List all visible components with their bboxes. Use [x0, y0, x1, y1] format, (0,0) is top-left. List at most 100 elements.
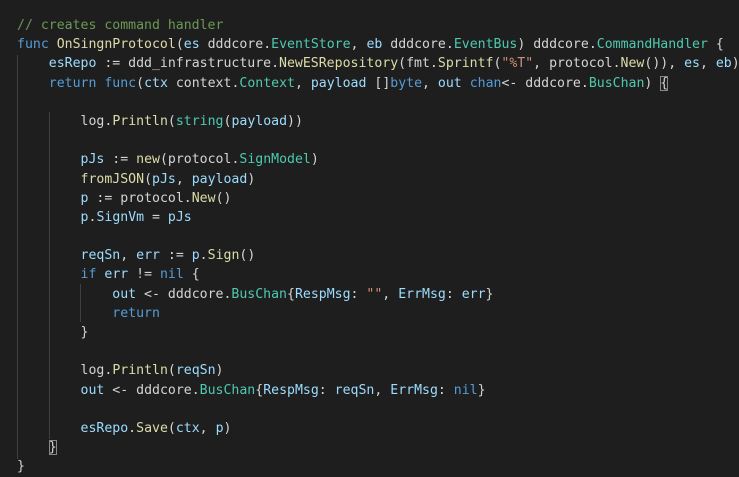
code-line[interactable]: p.SignVm = pJs — [17, 208, 739, 227]
code-token: payload — [231, 113, 288, 129]
code-token: . — [429, 56, 438, 72]
code-token: . — [128, 420, 137, 436]
code-token: ) — [517, 37, 534, 53]
code-token: := — [159, 248, 192, 264]
code-token: ) — [644, 75, 661, 91]
code-token: New — [620, 56, 645, 72]
code-token: dddcore — [390, 37, 446, 53]
code-token: ctx — [144, 75, 168, 91]
code-token: byte — [390, 75, 423, 91]
code-line[interactable]: // creates command handler — [17, 16, 739, 35]
code-token: { — [286, 286, 295, 302]
code-line[interactable]: } — [17, 457, 739, 476]
code-token: ) — [223, 420, 232, 436]
code-token: ( — [144, 171, 153, 187]
code-token: { — [183, 267, 200, 283]
code-line[interactable]: } — [17, 438, 739, 457]
code-token: es — [684, 56, 700, 72]
code-token: protocol — [549, 56, 613, 72]
code-token: . — [183, 190, 192, 206]
code-token: , — [350, 37, 367, 53]
code-token: p — [191, 248, 200, 264]
code-line[interactable]: if err != nil { — [17, 265, 739, 284]
code-token: SignVm — [96, 209, 145, 225]
code-line[interactable]: esRepo.Save(ctx, p) — [17, 419, 739, 438]
code-token: ddd_infrastructure — [128, 56, 272, 72]
code-line[interactable] — [17, 93, 739, 112]
code-token: , — [374, 382, 391, 398]
code-line[interactable]: reqSn, err := p.Sign() — [17, 246, 739, 265]
code-token: . — [191, 382, 200, 398]
code-token: dddcore — [533, 37, 589, 53]
code-line[interactable]: } — [17, 323, 739, 342]
code-line[interactable]: func OnSingnProtocol(es dddcore.EventSto… — [17, 35, 739, 54]
code-token: log — [80, 113, 105, 129]
code-token: ()), — [644, 56, 685, 72]
code-token: [] — [366, 75, 391, 91]
code-token: return — [48, 75, 97, 91]
code-token: ( — [167, 363, 176, 379]
code-line[interactable]: out <- dddcore.BusChan{RespMsg: "", ErrM… — [17, 285, 739, 304]
code-token: Println — [112, 113, 168, 129]
code-token: EventStore — [271, 37, 351, 53]
code-line[interactable]: return — [17, 304, 739, 323]
code-token: out — [437, 75, 462, 91]
code-token: : — [318, 382, 335, 398]
matching-bracket: { — [660, 75, 669, 91]
code-token: ) — [310, 152, 319, 168]
code-token: es — [183, 37, 200, 53]
code-token: nil — [453, 382, 478, 398]
code-token: BusChan — [231, 286, 287, 302]
code-line[interactable]: return func(ctx context. Context, payload… — [17, 74, 739, 93]
code-token: , — [533, 56, 550, 72]
code-line[interactable]: esRepo := ddd_infrastructure.NewESReposi… — [17, 54, 739, 73]
code-token: new — [136, 152, 160, 168]
code-token: return — [112, 305, 160, 321]
code-token: OnSingnProtocol — [56, 37, 176, 53]
code-token: context — [175, 75, 232, 91]
code-line[interactable]: log.Println(string(payload)) — [17, 112, 739, 131]
code-token: out — [80, 382, 105, 398]
code-area[interactable]: // creates command handler func OnSingnPr… — [17, 16, 739, 477]
code-token: Println — [112, 363, 168, 379]
code-token: RespMsg — [294, 286, 351, 302]
code-token: reqSn — [80, 248, 121, 264]
matching-bracket: } — [48, 440, 57, 456]
code-token: := — [96, 56, 129, 72]
code-token: string — [175, 113, 224, 129]
code-token: "" — [366, 286, 383, 302]
code-token: esRepo — [48, 56, 97, 72]
code-editor[interactable]: // creates command handler func OnSingnPr… — [0, 0, 739, 476]
code-line[interactable]: p := protocol.New() — [17, 189, 739, 208]
code-line[interactable] — [17, 131, 739, 150]
code-line[interactable]: out <- dddcore.BusChan{RespMsg: reqSn, E… — [17, 381, 739, 400]
code-line[interactable] — [17, 342, 739, 361]
code-token: . — [445, 37, 454, 53]
code-token: if — [80, 267, 97, 283]
code-token: ( — [167, 113, 176, 129]
code-line[interactable] — [17, 227, 739, 246]
code-token: func — [104, 75, 137, 91]
code-token: eb — [366, 37, 383, 53]
code-line[interactable]: fromJSON(pJs, payload) — [17, 170, 739, 189]
code-line[interactable] — [17, 400, 739, 419]
code-token: reqSn — [175, 363, 216, 379]
code-token: fmt — [406, 56, 430, 72]
code-line[interactable]: log.Println(reqSn) — [17, 361, 739, 380]
code-token: . — [612, 56, 621, 72]
code-token: != — [128, 267, 160, 283]
code-line[interactable]: pJs := new(protocol.SignModel) — [17, 150, 739, 169]
code-token: ( — [136, 75, 145, 91]
